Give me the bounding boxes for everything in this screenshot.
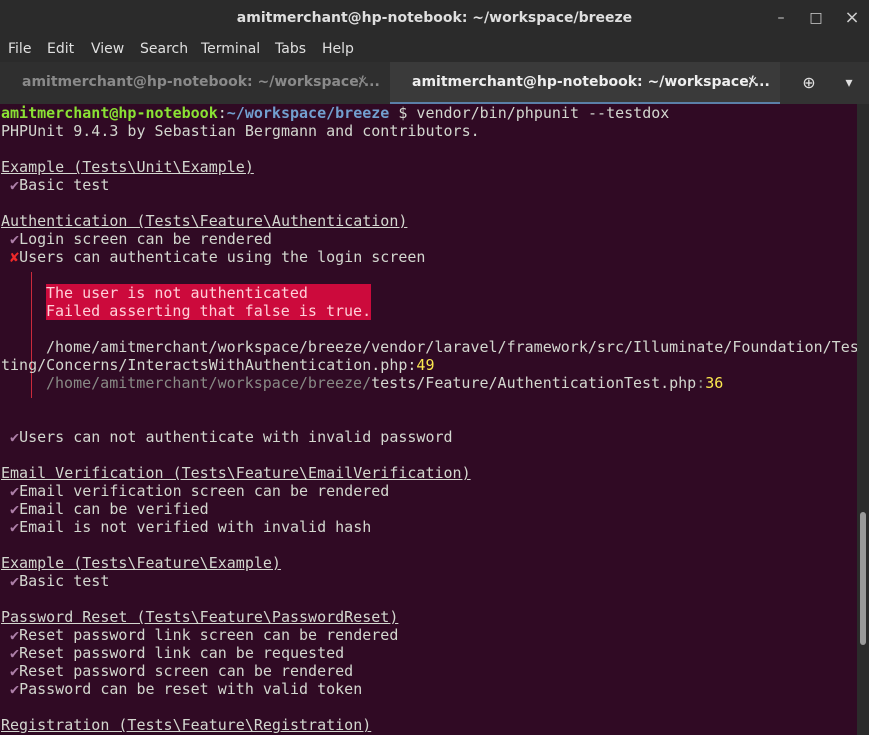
test-result: ✔Password can be reset with valid token	[1, 680, 362, 698]
cross-icon: ✘	[10, 248, 20, 266]
menu-bar: File Edit View Search Terminal Tabs Help	[0, 37, 869, 62]
error-message: The user is not authenticated	[46, 284, 372, 302]
stack-trace-file: tests/Feature/AuthenticationTest.php	[371, 374, 697, 392]
error-message-text: The user is not authenticated	[46, 284, 308, 302]
prompt-user: amitmerchant@hp-notebook	[1, 104, 218, 122]
stack-trace-line: /home/amitmerchant/workspace/breeze/vend…	[46, 338, 857, 356]
menu-search[interactable]: Search	[140, 41, 188, 57]
scrollbar-thumb[interactable]	[860, 512, 866, 645]
tab-1[interactable]: amitmerchant@hp-notebook: ~/workspace/..…	[0, 62, 390, 104]
tab-2-label: amitmerchant@hp-notebook: ~/workspace/..…	[412, 74, 770, 90]
test-name: Reset password link can be requested	[19, 644, 345, 662]
tab-2-close-icon[interactable]: ×	[747, 74, 758, 89]
menu-help[interactable]: Help	[322, 41, 354, 57]
stack-trace-line: /home/amitmerchant/workspace/breeze/test…	[46, 374, 723, 392]
tab-menu-icon[interactable]: ▾	[837, 72, 861, 94]
menu-file[interactable]: File	[8, 41, 31, 57]
test-name: Basic test	[19, 572, 110, 590]
check-icon: ✔	[10, 230, 20, 248]
suite-title: Email Verification (Tests\Feature\EmailV…	[1, 464, 471, 482]
prompt-separator: :	[217, 104, 227, 122]
test-name: Email is not verified with invalid hash	[19, 518, 372, 536]
stack-trace-path: /home/amitmerchant/workspace/breeze/	[46, 374, 372, 392]
menu-tabs[interactable]: Tabs	[275, 41, 306, 57]
test-result: ✔Reset password link screen can be rende…	[1, 626, 398, 644]
tab-1-label: amitmerchant@hp-notebook: ~/workspace/..…	[22, 74, 380, 90]
test-name: Reset password screen can be rendered	[19, 662, 354, 680]
test-result: ✔Email verification screen can be render…	[1, 482, 389, 500]
test-result: ✔Reset password link can be requested	[1, 644, 344, 662]
check-icon: ✔	[10, 626, 20, 644]
test-name: Password can be reset with valid token	[19, 680, 363, 698]
close-window-button[interactable]: ×	[842, 8, 862, 28]
prompt-command: $ vendor/bin/phpunit --testdox	[389, 104, 670, 122]
test-name: Users can authenticate using the login s…	[19, 248, 426, 266]
prompt-line: amitmerchant@hp-notebook:~/workspace/bre…	[1, 104, 669, 122]
minimize-button[interactable]: –	[771, 8, 791, 28]
test-result: ✔Email can be verified	[1, 500, 209, 518]
test-name: Basic test	[19, 176, 110, 194]
test-result: ✔Users can not authenticate with invalid…	[1, 428, 453, 446]
window-title: amitmerchant@hp-notebook: ~/workspace/br…	[236, 10, 633, 26]
check-icon: ✔	[10, 572, 20, 590]
tab-1-close-icon[interactable]: ×	[357, 74, 368, 89]
test-name: Login screen can be rendered	[19, 230, 272, 248]
window-titlebar: amitmerchant@hp-notebook: ~/workspace/br…	[0, 0, 869, 37]
test-result: ✔Email is not verified with invalid hash	[1, 518, 371, 536]
stack-trace-file: ting/Concerns/InteractsWithAuthenticatio…	[1, 356, 408, 374]
stack-trace-line-number: 36	[705, 374, 724, 392]
check-icon: ✔	[10, 680, 20, 698]
error-assertion: Failed asserting that false is true.	[46, 302, 372, 320]
new-tab-icon[interactable]: ⊕	[797, 72, 821, 94]
test-result: ✔Login screen can be rendered	[1, 230, 272, 248]
terminal-output[interactable]: amitmerchant@hp-notebook:~/workspace/bre…	[0, 104, 857, 735]
check-icon: ✔	[10, 428, 20, 446]
test-result-failed: ✘Users can authenticate using the login …	[1, 248, 425, 266]
menu-terminal[interactable]: Terminal	[201, 41, 260, 57]
suite-title: Password Reset (Tests\Feature\PasswordRe…	[1, 608, 399, 626]
stack-trace-line: ting/Concerns/InteractsWithAuthenticatio…	[1, 356, 434, 374]
test-result: ✔Basic test	[1, 572, 109, 590]
tab-bar: amitmerchant@hp-notebook: ~/workspace/..…	[0, 62, 869, 105]
test-result: ✔Basic test	[1, 176, 109, 194]
menu-view[interactable]: View	[91, 41, 124, 57]
suite-title: Registration (Tests\Feature\Registration…	[1, 716, 372, 734]
stack-trace-colon: :	[696, 374, 706, 392]
test-name: Users can not authenticate with invalid …	[19, 428, 453, 446]
test-result: ✔Reset password screen can be rendered	[1, 662, 353, 680]
test-name: Email can be verified	[19, 500, 209, 518]
suite-title: Example (Tests\Unit\Example)	[1, 158, 254, 176]
suite-title: Authentication (Tests\Feature\Authentica…	[1, 212, 408, 230]
phpunit-version: PHPUnit 9.4.3 by Sebastian Bergmann and …	[1, 122, 480, 140]
test-name: Email verification screen can be rendere…	[19, 482, 390, 500]
maximize-button[interactable]: □	[806, 8, 826, 28]
test-name: Reset password link screen can be render…	[19, 626, 399, 644]
check-icon: ✔	[10, 662, 20, 680]
check-icon: ✔	[10, 500, 20, 518]
error-assertion-text: Failed asserting that false is true.	[46, 302, 372, 320]
menu-edit[interactable]: Edit	[47, 41, 74, 57]
suite-title: Example (Tests\Feature\Example)	[1, 554, 281, 572]
check-icon: ✔	[10, 176, 20, 194]
tab-2[interactable]: amitmerchant@hp-notebook: ~/workspace/..…	[390, 62, 780, 104]
error-indent-bar	[31, 272, 32, 398]
check-icon: ✔	[10, 482, 20, 500]
check-icon: ✔	[10, 518, 20, 536]
check-icon: ✔	[10, 644, 20, 662]
stack-trace-line-number: 49	[416, 356, 435, 374]
prompt-path: ~/workspace/breeze	[226, 104, 390, 122]
